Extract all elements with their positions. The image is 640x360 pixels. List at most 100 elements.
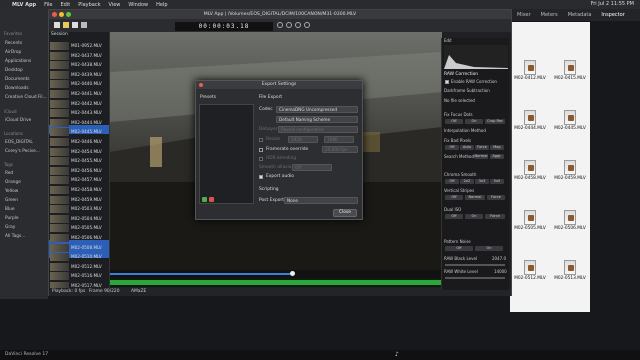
clip-thumbnail[interactable] — [50, 243, 69, 252]
timeline-scrubber[interactable] — [110, 270, 442, 278]
hdr-checkbox[interactable] — [259, 157, 263, 161]
focus-on-button[interactable]: On — [465, 119, 483, 124]
menu-help[interactable]: Help — [156, 2, 167, 8]
vstripes-normal-button[interactable]: Normal — [465, 195, 485, 200]
menu-app[interactable]: MLV App — [12, 2, 36, 8]
focus-off-button[interactable]: Off — [445, 119, 463, 124]
clip-name[interactable]: M02-0438.MLV — [71, 62, 102, 67]
clip-name[interactable]: M02-0505.MLV — [71, 225, 102, 230]
resize-height-field[interactable]: 1080 — [324, 136, 354, 143]
naming-select[interactable]: Default Naming Scheme — [276, 116, 358, 123]
sidebar-item-applications[interactable]: Applications — [5, 59, 31, 64]
framerate-checkbox[interactable] — [259, 148, 263, 152]
clip-thumbnail[interactable] — [50, 205, 69, 214]
tag-orange[interactable]: Orange — [5, 180, 21, 185]
tag-all[interactable]: All Tags... — [5, 234, 25, 239]
debayer-select[interactable]: Reveal configuration — [278, 126, 358, 133]
resize-checkbox[interactable] — [259, 138, 263, 142]
file-icon-item[interactable]: M02-0412.MLV — [511, 60, 549, 81]
settings-icon[interactable] — [81, 22, 87, 28]
search-aggr-button[interactable]: Aggr. — [490, 154, 504, 159]
clip-name[interactable]: M02-0455.MLV — [71, 158, 102, 163]
clock[interactable]: Fri Jul 2 11:55 PM — [591, 1, 634, 7]
clip-name[interactable]: M02-0454.MLV — [71, 149, 102, 154]
clip-name[interactable]: M02-0443.MLV — [71, 110, 102, 115]
file-icon-item[interactable]: M02-0459.MLV — [551, 160, 589, 181]
loop-icon[interactable] — [304, 22, 310, 28]
sidebar-item-creative-cloud[interactable]: Creative Cloud Fil... — [5, 95, 47, 100]
file-icon-item[interactable]: M02-0506.MLV — [551, 210, 589, 231]
clip-name[interactable]: M02-0508.MLV — [71, 245, 102, 250]
bad-off-button[interactable]: Off — [445, 145, 459, 150]
chroma-5x5-button[interactable]: 5x5 — [490, 179, 504, 184]
minimize-window-icon[interactable] — [59, 12, 64, 17]
export-icon[interactable] — [72, 22, 78, 28]
file-icon-item[interactable]: M02-0505.MLV — [511, 210, 549, 231]
scrub-handle[interactable] — [290, 271, 295, 276]
clip-thumbnail[interactable] — [50, 128, 69, 137]
clip-name[interactable]: M02-0459.MLV — [71, 197, 102, 202]
resize-width-field[interactable]: 1920 — [288, 136, 318, 143]
menu-view[interactable]: View — [109, 2, 121, 8]
clip-thumbnail[interactable] — [50, 51, 69, 60]
clip-name[interactable]: M02-0503.MLV — [71, 206, 102, 211]
clip-thumbnail[interactable] — [50, 99, 69, 108]
tab-mixer[interactable]: Mixer — [517, 12, 531, 18]
clip-name[interactable]: M02-0444.MLV — [71, 120, 102, 125]
clip-name[interactable]: M02-0446.MLV — [71, 139, 102, 144]
clip-thumbnail[interactable] — [50, 234, 69, 242]
clip-thumbnail[interactable] — [50, 70, 69, 79]
chroma-3x3-button[interactable]: 3x3 — [475, 179, 489, 184]
framerate-field[interactable]: 25.000 fps — [322, 146, 358, 153]
clip-thumbnail[interactable] — [50, 61, 69, 70]
bad-map-button[interactable]: Map — [490, 145, 504, 150]
clip-thumbnail[interactable] — [50, 138, 69, 146]
presets-list[interactable] — [199, 104, 254, 204]
clip-name[interactable]: M02-0442.MLV — [71, 101, 102, 106]
file-icon-item[interactable]: M02-0415.MLV — [551, 60, 589, 81]
pattern-on-button[interactable]: On — [475, 246, 503, 251]
tab-inspector[interactable]: Inspector — [601, 12, 624, 18]
clip-thumbnail[interactable] — [50, 80, 69, 89]
clip-thumbnail[interactable] — [50, 195, 69, 204]
dual-force-button[interactable]: Force — [485, 214, 505, 219]
codec-select[interactable]: CinemaDNG Uncompressed — [276, 106, 358, 113]
clip-name[interactable]: M02-0437.MLV — [71, 53, 102, 58]
file-icon-item[interactable]: M02-0513.MLV — [551, 260, 589, 281]
clip-name[interactable]: M02-0504.MLV — [71, 216, 102, 221]
zoom-window-icon[interactable] — [66, 12, 71, 17]
pattern-off-button[interactable]: Off — [445, 246, 473, 251]
chroma-off-button[interactable]: Off — [445, 179, 459, 184]
play-icon[interactable] — [286, 22, 292, 28]
clip-name[interactable]: M02-0445.MLV — [71, 129, 102, 134]
chroma-2x2-button[interactable]: 2x2 — [460, 179, 474, 184]
clip-thumbnail[interactable] — [50, 42, 69, 50]
skip-back-icon[interactable] — [277, 22, 283, 28]
raw-correction-header[interactable]: RAW Correction — [444, 72, 478, 77]
clip-thumbnail[interactable] — [50, 109, 69, 118]
sidebar-item-corey[interactable]: Corey's Pecise... — [5, 149, 40, 154]
sidebar-item-recents[interactable]: Recents — [5, 41, 22, 46]
enable-raw-checkbox[interactable] — [445, 80, 449, 84]
clip-thumbnail[interactable] — [50, 214, 69, 223]
clip-thumbnail[interactable] — [50, 90, 69, 98]
file-icon-item[interactable]: M02-0445.MLV — [551, 110, 589, 131]
file-icon-item[interactable]: M02-0458.MLV — [511, 160, 549, 181]
clip-name[interactable]: M02-0516.MLV — [71, 273, 102, 278]
clip-name[interactable]: M02-0512.MLV — [71, 264, 102, 269]
tag-yellow[interactable]: Yellow — [5, 189, 18, 194]
skip-forward-icon[interactable] — [295, 22, 301, 28]
close-button[interactable]: Close — [333, 209, 357, 217]
white-level-slider[interactable] — [445, 277, 505, 279]
sidebar-item-icloud-drive[interactable]: iCloud Drive — [5, 118, 31, 123]
tag-red[interactable]: Red — [5, 171, 13, 176]
clip-thumbnail[interactable] — [50, 166, 69, 175]
clip-thumbnail[interactable] — [50, 186, 69, 194]
clip-thumbnail[interactable] — [50, 176, 69, 185]
tab-metadata[interactable]: Metadata — [568, 12, 592, 18]
menu-edit[interactable]: Edit — [61, 2, 71, 8]
add-preset-icon[interactable] — [202, 197, 207, 202]
dual-off-button[interactable]: Off — [445, 214, 463, 219]
menu-file[interactable]: File — [44, 2, 52, 8]
sidebar-item-airdrop[interactable]: AirDrop — [5, 50, 21, 55]
